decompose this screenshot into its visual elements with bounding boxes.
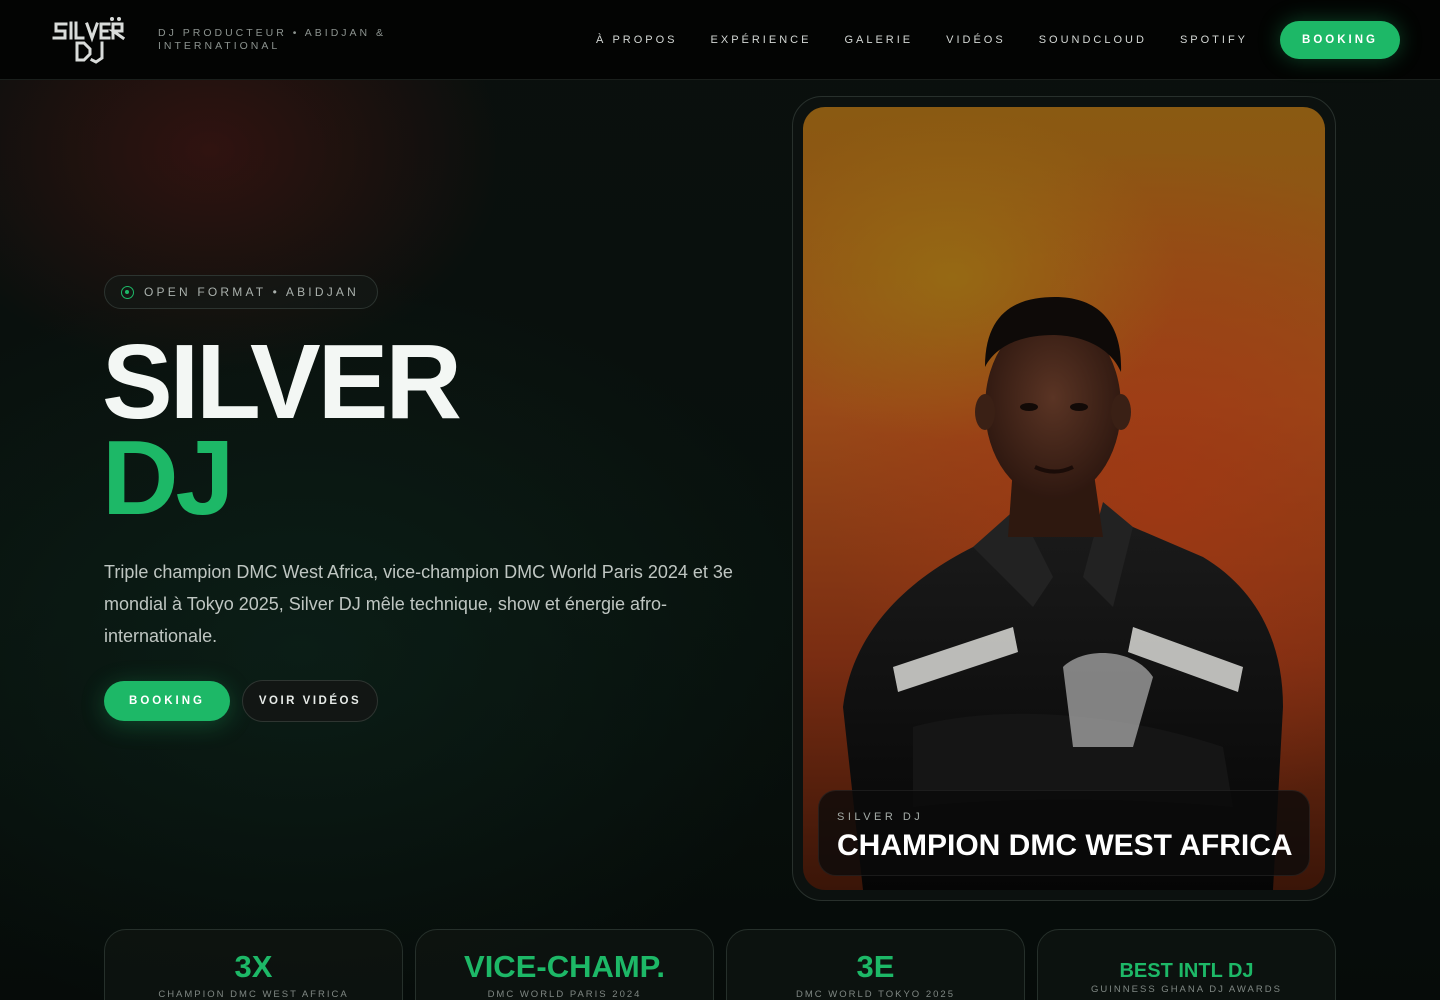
nav-link-experience[interactable]: EXPÉRIENCE	[711, 34, 812, 46]
hero-photo-card: SILVER DJ CHAMPION DMC WEST AFRICA	[792, 96, 1336, 901]
top-navigation-bar: DJ PRODUCTEUR • ABIDJAN & INTERNATIONAL …	[0, 0, 1440, 80]
stat-label: DMC WORLD PARIS 2024	[487, 989, 642, 1000]
stat-value: 3X	[234, 949, 273, 984]
stat-label: CHAMPION DMC WEST AFRICA	[158, 989, 349, 1000]
hero-booking-button[interactable]: BOOKING	[104, 681, 230, 721]
stat-value: BEST INTL DJ	[1119, 960, 1254, 982]
hero-title-line-2: DJ	[102, 419, 235, 537]
nav-link-spotify[interactable]: SPOTIFY	[1180, 34, 1248, 46]
vinyl-record-icon	[121, 285, 134, 299]
hero-description: Triple champion DMC West Africa, vice-ch…	[104, 562, 733, 646]
photo-caption-kicker: SILVER DJ	[837, 811, 924, 823]
watch-videos-button[interactable]: VOIR VIDÉOS	[242, 680, 378, 722]
stat-label: GUINNESS GHANA DJ AWARDS	[1091, 984, 1282, 995]
main-nav: À PROPOS EXPÉRIENCE GALERIE VIDÉOS SOUND…	[563, 0, 1400, 80]
stat-value: VICE-CHAMP.	[464, 949, 665, 984]
photo-caption-box: SILVER DJ CHAMPION DMC WEST AFRICA	[818, 790, 1310, 876]
stat-card-ghana-dj-awards: BEST INTL DJ GUINNESS GHANA DJ AWARDS	[1037, 929, 1336, 1000]
silver-dj-logo[interactable]	[52, 14, 128, 64]
stat-card-dmc-world-paris: VICE-CHAMP. DMC WORLD PARIS 2024	[415, 929, 714, 1000]
genre-badge-text: OPEN FORMAT • ABIDJAN	[144, 285, 359, 299]
stat-card-dmc-west-africa: 3X CHAMPION DMC WEST AFRICA	[104, 929, 403, 1000]
genre-badge: OPEN FORMAT • ABIDJAN	[104, 275, 378, 309]
nav-link-soundcloud[interactable]: SOUNDCLOUD	[1039, 34, 1147, 46]
stat-label: DMC WORLD TOKYO 2025	[796, 989, 955, 1000]
dj-portrait-image	[843, 297, 1283, 890]
nav-link-videos[interactable]: VIDÉOS	[946, 34, 1006, 46]
header-booking-button[interactable]: BOOKING	[1280, 21, 1400, 59]
header-tagline: DJ PRODUCTEUR • ABIDJAN & INTERNATIONAL	[158, 27, 387, 52]
nav-link-a-propos[interactable]: À PROPOS	[596, 34, 677, 46]
stat-value: 3E	[856, 949, 895, 984]
nav-link-galerie[interactable]: GALERIE	[844, 34, 913, 46]
dj-portrait-photo: SILVER DJ CHAMPION DMC WEST AFRICA	[803, 107, 1325, 890]
photo-caption-title: CHAMPION DMC WEST AFRICA	[837, 829, 1293, 862]
stat-card-dmc-world-tokyo: 3E DMC WORLD TOKYO 2025	[726, 929, 1025, 1000]
